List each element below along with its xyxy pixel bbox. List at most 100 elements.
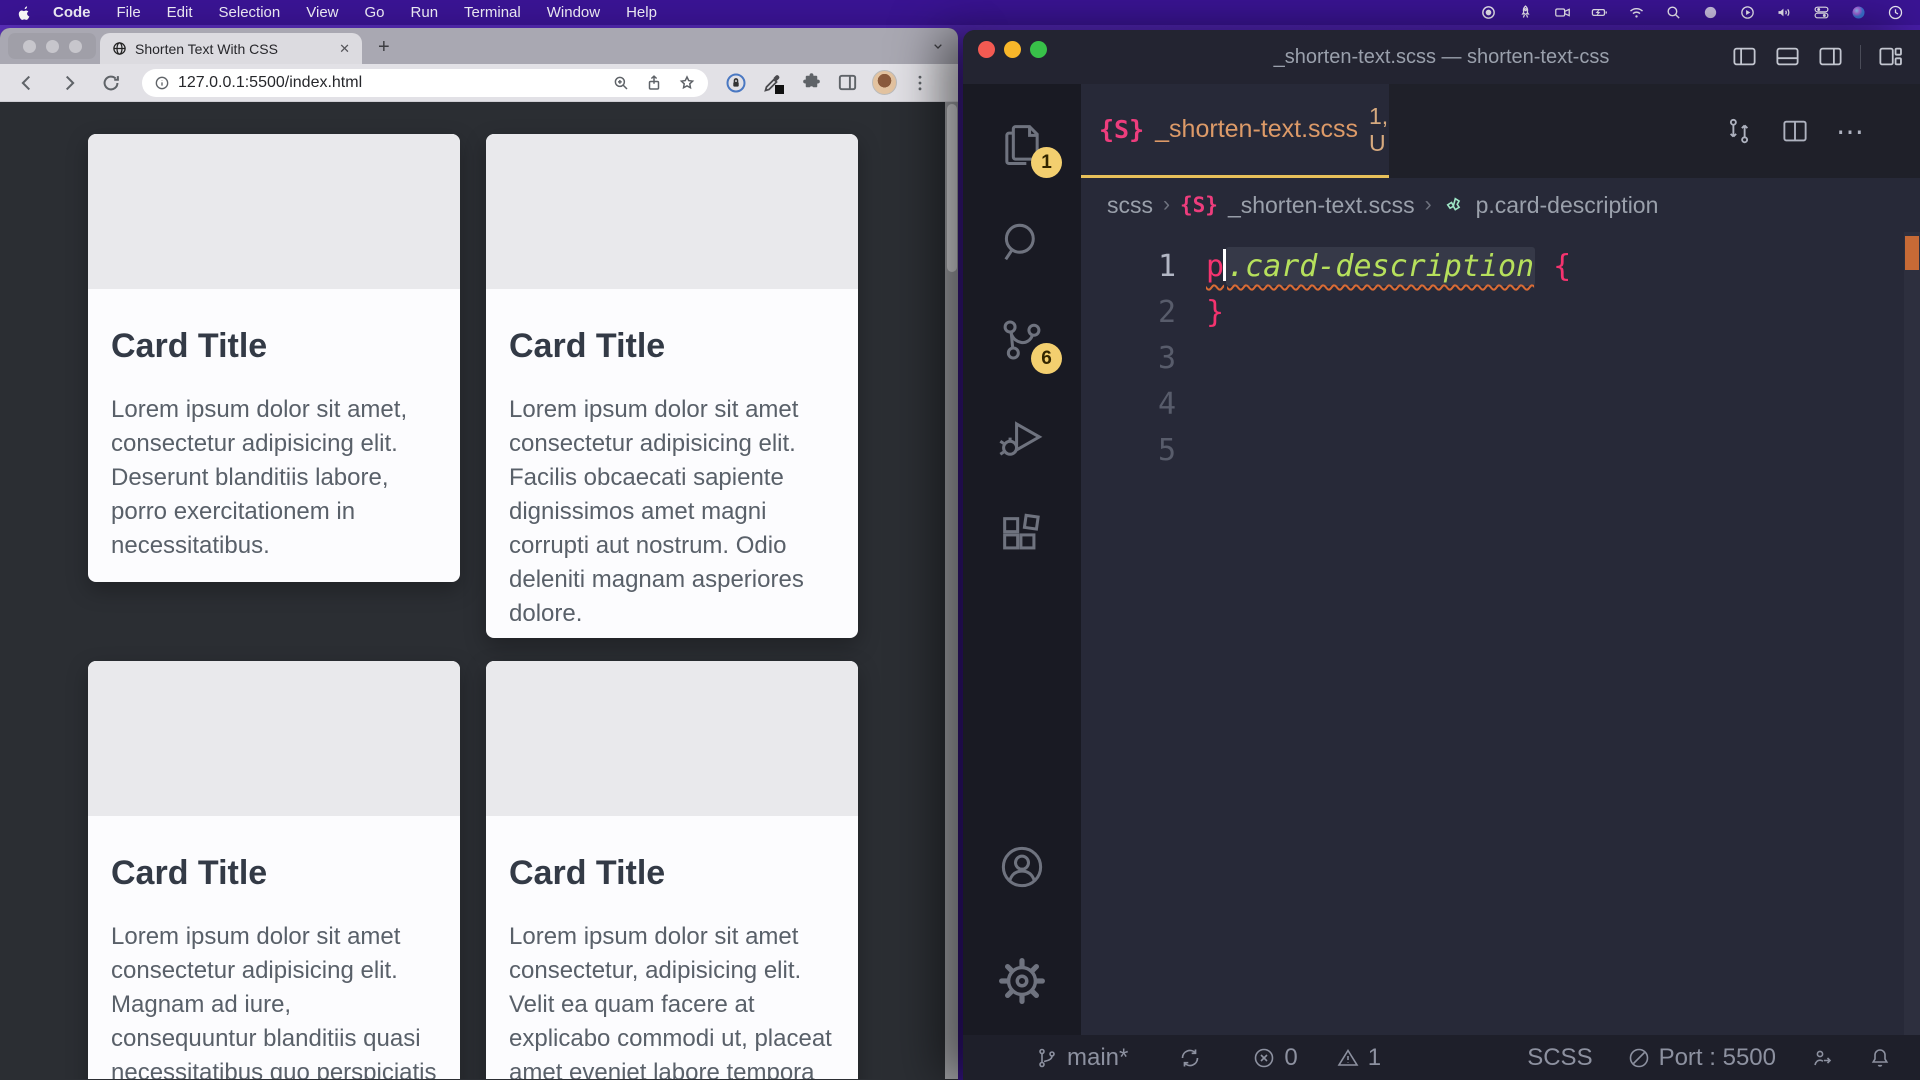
siri-icon[interactable] (1850, 4, 1867, 21)
zoom-page-icon[interactable] (612, 74, 630, 92)
clock-icon[interactable] (1887, 4, 1904, 21)
live-server-port-item[interactable]: Port : 5500 (1627, 1044, 1776, 1072)
share-icon[interactable] (645, 74, 663, 92)
run-and-debug-icon[interactable] (996, 412, 1048, 464)
titlebar-separator (1860, 45, 1861, 69)
explorer-icon[interactable]: 1 (996, 118, 1048, 170)
zoom-window-button[interactable] (69, 40, 82, 53)
notifications-bell-icon[interactable] (1868, 1046, 1892, 1070)
macos-menu-bar: Code File Edit Selection View Go Run Ter… (0, 0, 1920, 25)
tab-title: Shorten Text With CSS (135, 41, 331, 57)
code-line-4[interactable] (1206, 382, 1920, 428)
toggle-panel-icon[interactable] (1774, 43, 1801, 70)
sync-changes-item[interactable] (1178, 1046, 1202, 1070)
forward-button[interactable] (58, 72, 80, 94)
menu-item-run[interactable]: Run (398, 4, 452, 21)
browser-window: Shorten Text With CSS ✕ + 127.0.0.1:5500… (0, 28, 958, 1080)
settings-gear-icon[interactable] (996, 955, 1048, 1007)
volume-icon[interactable] (1776, 4, 1793, 21)
split-editor-icon[interactable] (1780, 116, 1810, 146)
close-tab-icon[interactable]: ✕ (339, 41, 350, 57)
menu-item-window[interactable]: Window (534, 4, 613, 21)
source-control-icon[interactable]: 6 (996, 314, 1048, 366)
vscode-window: _shorten-text.scss — shorten-text-css 1 … (963, 30, 1920, 1080)
menu-item-go[interactable]: Go (352, 4, 398, 21)
extensions-icon[interactable] (996, 510, 1048, 562)
card: Card Title Lorem ipsum dolor sit amet, c… (88, 134, 460, 582)
bookmark-star-icon[interactable] (678, 74, 696, 92)
spotlight-search-icon[interactable] (1665, 4, 1682, 21)
menu-item-view[interactable]: View (293, 4, 351, 21)
git-branch-icon (1035, 1046, 1059, 1070)
accounts-icon[interactable] (996, 841, 1048, 893)
do-not-disturb-icon[interactable] (1702, 4, 1719, 21)
git-branch-item[interactable]: main* (1035, 1044, 1128, 1072)
side-panel-icon[interactable] (836, 71, 859, 94)
toggle-secondary-sidebar-icon[interactable] (1817, 43, 1844, 70)
card: Card Title Lorem ipsum dolor sit amet co… (486, 134, 858, 638)
rocket-icon[interactable] (1517, 4, 1534, 21)
minimize-window-button[interactable] (46, 40, 59, 53)
editor-tab-bar: {S} _shorten-text.scss 1, U ⋯ (1081, 84, 1920, 178)
selector-class-token: .card-description (1226, 247, 1535, 286)
profile-avatar[interactable] (872, 70, 897, 95)
breadcrumb-file[interactable]: _shorten-text.scss (1228, 192, 1415, 219)
window-title: _shorten-text.scss — shorten-text-css (1274, 46, 1610, 69)
source-control-badge: 6 (1031, 343, 1062, 374)
code-line-3[interactable] (1206, 336, 1920, 382)
menu-item-code[interactable]: Code (40, 4, 104, 21)
extensions-puzzle-icon[interactable] (800, 71, 823, 94)
browser-menu-icon[interactable] (910, 73, 930, 93)
card-image-placeholder (88, 134, 460, 289)
warning-count: 1 (1368, 1044, 1381, 1072)
site-info-icon[interactable] (154, 75, 170, 91)
breadcrumb-folder[interactable]: scss (1107, 192, 1153, 219)
toggle-primary-sidebar-icon[interactable] (1731, 43, 1758, 70)
close-window-button[interactable] (23, 40, 36, 53)
page-scrollbar[interactable] (945, 102, 958, 1079)
code-line-2[interactable]: } (1206, 290, 1920, 336)
code-line-1[interactable]: p.card-description { (1206, 244, 1920, 290)
browser-tab[interactable]: Shorten Text With CSS ✕ (100, 33, 362, 64)
scss-file-icon: {S} (1180, 193, 1218, 217)
more-actions-icon[interactable]: ⋯ (1836, 115, 1866, 148)
menu-item-help[interactable]: Help (613, 4, 670, 21)
zoom-window-button[interactable] (1030, 41, 1047, 58)
battery-icon[interactable] (1591, 4, 1608, 21)
play-circle-icon[interactable] (1739, 4, 1756, 21)
new-tab-button[interactable]: + (378, 34, 390, 60)
menu-item-terminal[interactable]: Terminal (451, 4, 534, 21)
menu-item-edit[interactable]: Edit (154, 4, 206, 21)
control-center-icon[interactable] (1813, 4, 1830, 21)
open-changes-icon[interactable] (1724, 116, 1754, 146)
customize-layout-icon[interactable] (1877, 43, 1904, 70)
code-editor[interactable]: 1 2 3 4 5 p.card-description { } (1081, 232, 1920, 1035)
scrollbar-thumb[interactable] (947, 104, 957, 272)
eyedropper-extension-icon[interactable] (761, 70, 787, 96)
close-brace-token: } (1206, 295, 1224, 330)
minimize-window-button[interactable] (1004, 41, 1021, 58)
tab-search-chevron-icon[interactable] (930, 38, 946, 54)
close-window-button[interactable] (978, 41, 995, 58)
record-indicator-icon[interactable] (1480, 4, 1497, 21)
reload-button[interactable] (100, 72, 122, 94)
apple-menu-icon[interactable] (16, 5, 32, 21)
error-count: 0 (1284, 1044, 1297, 1072)
language-mode[interactable]: SCSS (1527, 1044, 1592, 1072)
feedback-icon[interactable] (1810, 1046, 1834, 1070)
back-button[interactable] (16, 72, 38, 94)
vscode-title-bar: _shorten-text.scss — shorten-text-css (963, 30, 1920, 84)
code-line-5[interactable] (1206, 428, 1920, 474)
editor-scrollbar[interactable] (1904, 232, 1920, 1035)
editor-tab[interactable]: {S} _shorten-text.scss 1, U (1081, 84, 1389, 178)
menu-item-selection[interactable]: Selection (206, 4, 294, 21)
tab-filename: _shorten-text.scss (1155, 115, 1358, 144)
address-bar[interactable]: 127.0.0.1:5500/index.html (142, 69, 708, 97)
wifi-icon[interactable] (1628, 4, 1645, 21)
breadcrumb-symbol[interactable]: p.card-description (1476, 192, 1659, 219)
screen-recording-icon[interactable] (1554, 4, 1571, 21)
problems-item[interactable]: 0 1 (1252, 1044, 1381, 1072)
menu-item-file[interactable]: File (104, 4, 154, 21)
password-manager-extension-icon[interactable] (724, 71, 748, 95)
search-icon[interactable] (996, 216, 1048, 268)
